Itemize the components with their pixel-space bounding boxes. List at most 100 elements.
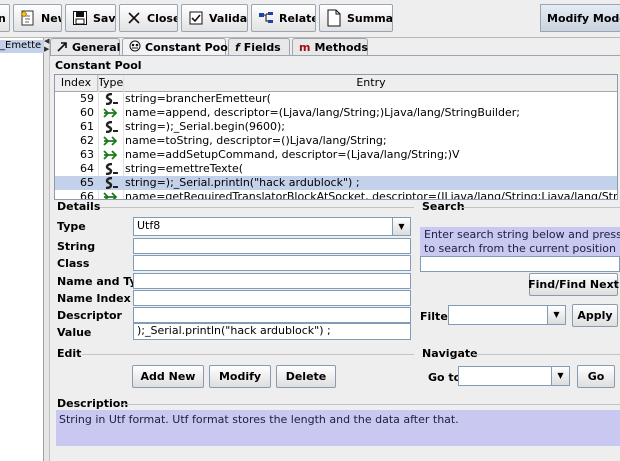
value-field[interactable]: );_Serial.println("hack ardublock") ;: [133, 323, 411, 340]
details-divider: [100, 207, 414, 208]
table-row[interactable]: 65 string=);_Serial.println("hack ardublo…: [55, 176, 617, 190]
row-entry: string=emettreTexte(: [125, 162, 244, 175]
name-type-icon: [99, 190, 123, 199]
row-index: 65: [80, 176, 94, 189]
new-button[interactable]: New: [13, 4, 62, 32]
type-select[interactable]: Utf8 ▼: [133, 217, 411, 236]
goto-label: Go to: [428, 371, 462, 384]
table-row[interactable]: 62 name=toString, descriptor=()Ljava/lang…: [55, 134, 617, 148]
arrow-icon: [57, 41, 68, 55]
modify-mode-button[interactable]: Modify Mode (C: [540, 4, 620, 32]
row-index: 63: [80, 148, 94, 161]
column-header-index[interactable]: Index: [55, 75, 98, 92]
close-icon: [125, 9, 143, 27]
class-tree[interactable]: _Emette: [0, 38, 44, 461]
validate-button[interactable]: Validate: [181, 4, 248, 32]
tab-methods[interactable]: m Methods: [292, 38, 368, 56]
string-type-icon: [99, 162, 123, 176]
search-hint-line-1: Enter search string below and press Find: [424, 228, 620, 241]
description-text: String in Utf format. Utf format stores …: [56, 410, 620, 446]
column-header-type[interactable]: Type: [98, 75, 124, 92]
tree-item-selected[interactable]: _Emette: [0, 40, 44, 53]
table-row[interactable]: 66 name=getRequiredTranslatorBlockAtSocke…: [55, 190, 617, 200]
document-icon: [325, 9, 343, 27]
summary-button[interactable]: Summary: [319, 4, 393, 32]
related-button[interactable]: Related: [251, 4, 316, 32]
modify-mode-label: Modify Mode (C: [547, 11, 620, 25]
type-select-value: Utf8: [137, 219, 161, 232]
name-type-icon: [99, 148, 123, 162]
tab-general-label: General: [72, 41, 121, 54]
tab-fields-label: Fields: [243, 41, 281, 54]
column-header-entry[interactable]: Entry: [124, 75, 617, 92]
find-next-button[interactable]: Find/Find Next: [528, 273, 619, 296]
row-index: 60: [80, 106, 94, 119]
go-button[interactable]: Go: [577, 365, 615, 388]
tab-constant-pool-label: Constant Pool: [145, 41, 232, 54]
related-button-label: Related: [279, 11, 315, 25]
add-new-button[interactable]: Add New: [132, 365, 204, 388]
row-entry: name=append, descriptor=(Ljava/lang/Stri…: [125, 106, 520, 119]
splitter[interactable]: ◀ ▶: [44, 38, 50, 461]
value-label: Value: [57, 326, 92, 339]
apply-button[interactable]: Apply: [572, 304, 618, 327]
new-button-label: New: [41, 11, 61, 25]
table-row[interactable]: 63 name=addSetupCommand, descriptor=(Ljav…: [55, 148, 617, 162]
tab-fields[interactable]: f Fields: [228, 38, 290, 56]
table-row[interactable]: 59 string=brancherEmetteur(: [55, 92, 617, 106]
name-and-type-field[interactable]: [133, 273, 411, 289]
class-field[interactable]: [133, 255, 411, 271]
search-input[interactable]: [420, 256, 620, 272]
new-file-icon: [19, 9, 37, 27]
search-title: Search: [422, 200, 465, 213]
tab-divider: [50, 55, 620, 56]
string-field[interactable]: [133, 238, 411, 254]
descriptor-label: Descriptor: [57, 309, 122, 322]
collapse-right-icon[interactable]: ▶: [44, 46, 49, 53]
descriptor-field[interactable]: [133, 307, 411, 323]
close-button[interactable]: Close: [119, 4, 178, 32]
name-index-field[interactable]: [133, 290, 411, 306]
table-header: Index Type Entry: [55, 75, 617, 92]
floppy-icon: [71, 9, 89, 27]
row-index: 59: [80, 92, 94, 105]
close-button-label: Close: [147, 11, 178, 25]
truncated-button[interactable]: n: [0, 4, 10, 32]
filter-select[interactable]: ▼: [448, 305, 566, 325]
save-button-label: Save: [93, 11, 116, 25]
details-title: Details: [57, 200, 101, 213]
save-button[interactable]: Save: [65, 4, 116, 32]
delete-button[interactable]: Delete: [276, 365, 336, 388]
summary-button-label: Summary: [347, 11, 393, 25]
checkbox-icon: [187, 9, 205, 27]
row-index: 66: [80, 190, 94, 200]
table-row[interactable]: 61 string=);_Serial.begin(9600);: [55, 120, 617, 134]
collapse-left-icon[interactable]: ◀: [44, 38, 49, 45]
description-title: Description: [57, 397, 129, 410]
string-type-icon: [99, 92, 123, 106]
truncated-button-label: n: [0, 12, 6, 25]
row-entry: string=);_Serial.begin(9600);: [125, 120, 285, 133]
search-hint: Enter search string below and press Find…: [420, 227, 620, 257]
name-index-label: Name Index: [57, 292, 131, 305]
method-icon: m: [299, 41, 311, 54]
toolbar: n New Save Close Validate Related Summ: [0, 0, 620, 38]
name-type-icon: [99, 106, 123, 120]
validate-button-label: Validate: [209, 11, 248, 25]
constant-pool-table[interactable]: Index Type Entry 59 string=brancherEmette…: [54, 74, 618, 200]
chevron-down-icon[interactable]: ▼: [547, 306, 565, 324]
field-icon: f: [235, 41, 240, 54]
table-row[interactable]: 64 string=emettreTexte(: [55, 162, 617, 176]
tab-general[interactable]: General: [50, 38, 120, 56]
table-row[interactable]: 60 name=append, descriptor=(Ljava/lang/St…: [55, 106, 617, 120]
row-index: 64: [80, 162, 94, 175]
chevron-down-icon[interactable]: ▼: [551, 367, 569, 385]
goto-select[interactable]: ▼: [458, 366, 570, 386]
modify-button[interactable]: Modify: [209, 365, 271, 388]
chevron-down-icon[interactable]: ▼: [392, 218, 410, 235]
row-index: 62: [80, 134, 94, 147]
tab-constant-pool[interactable]: Constant Pool: [122, 38, 232, 56]
tab-methods-label: Methods: [314, 41, 368, 54]
tab-bar: General Constant Pool f Fields m Methods: [50, 38, 620, 56]
edit-title: Edit: [57, 347, 82, 360]
